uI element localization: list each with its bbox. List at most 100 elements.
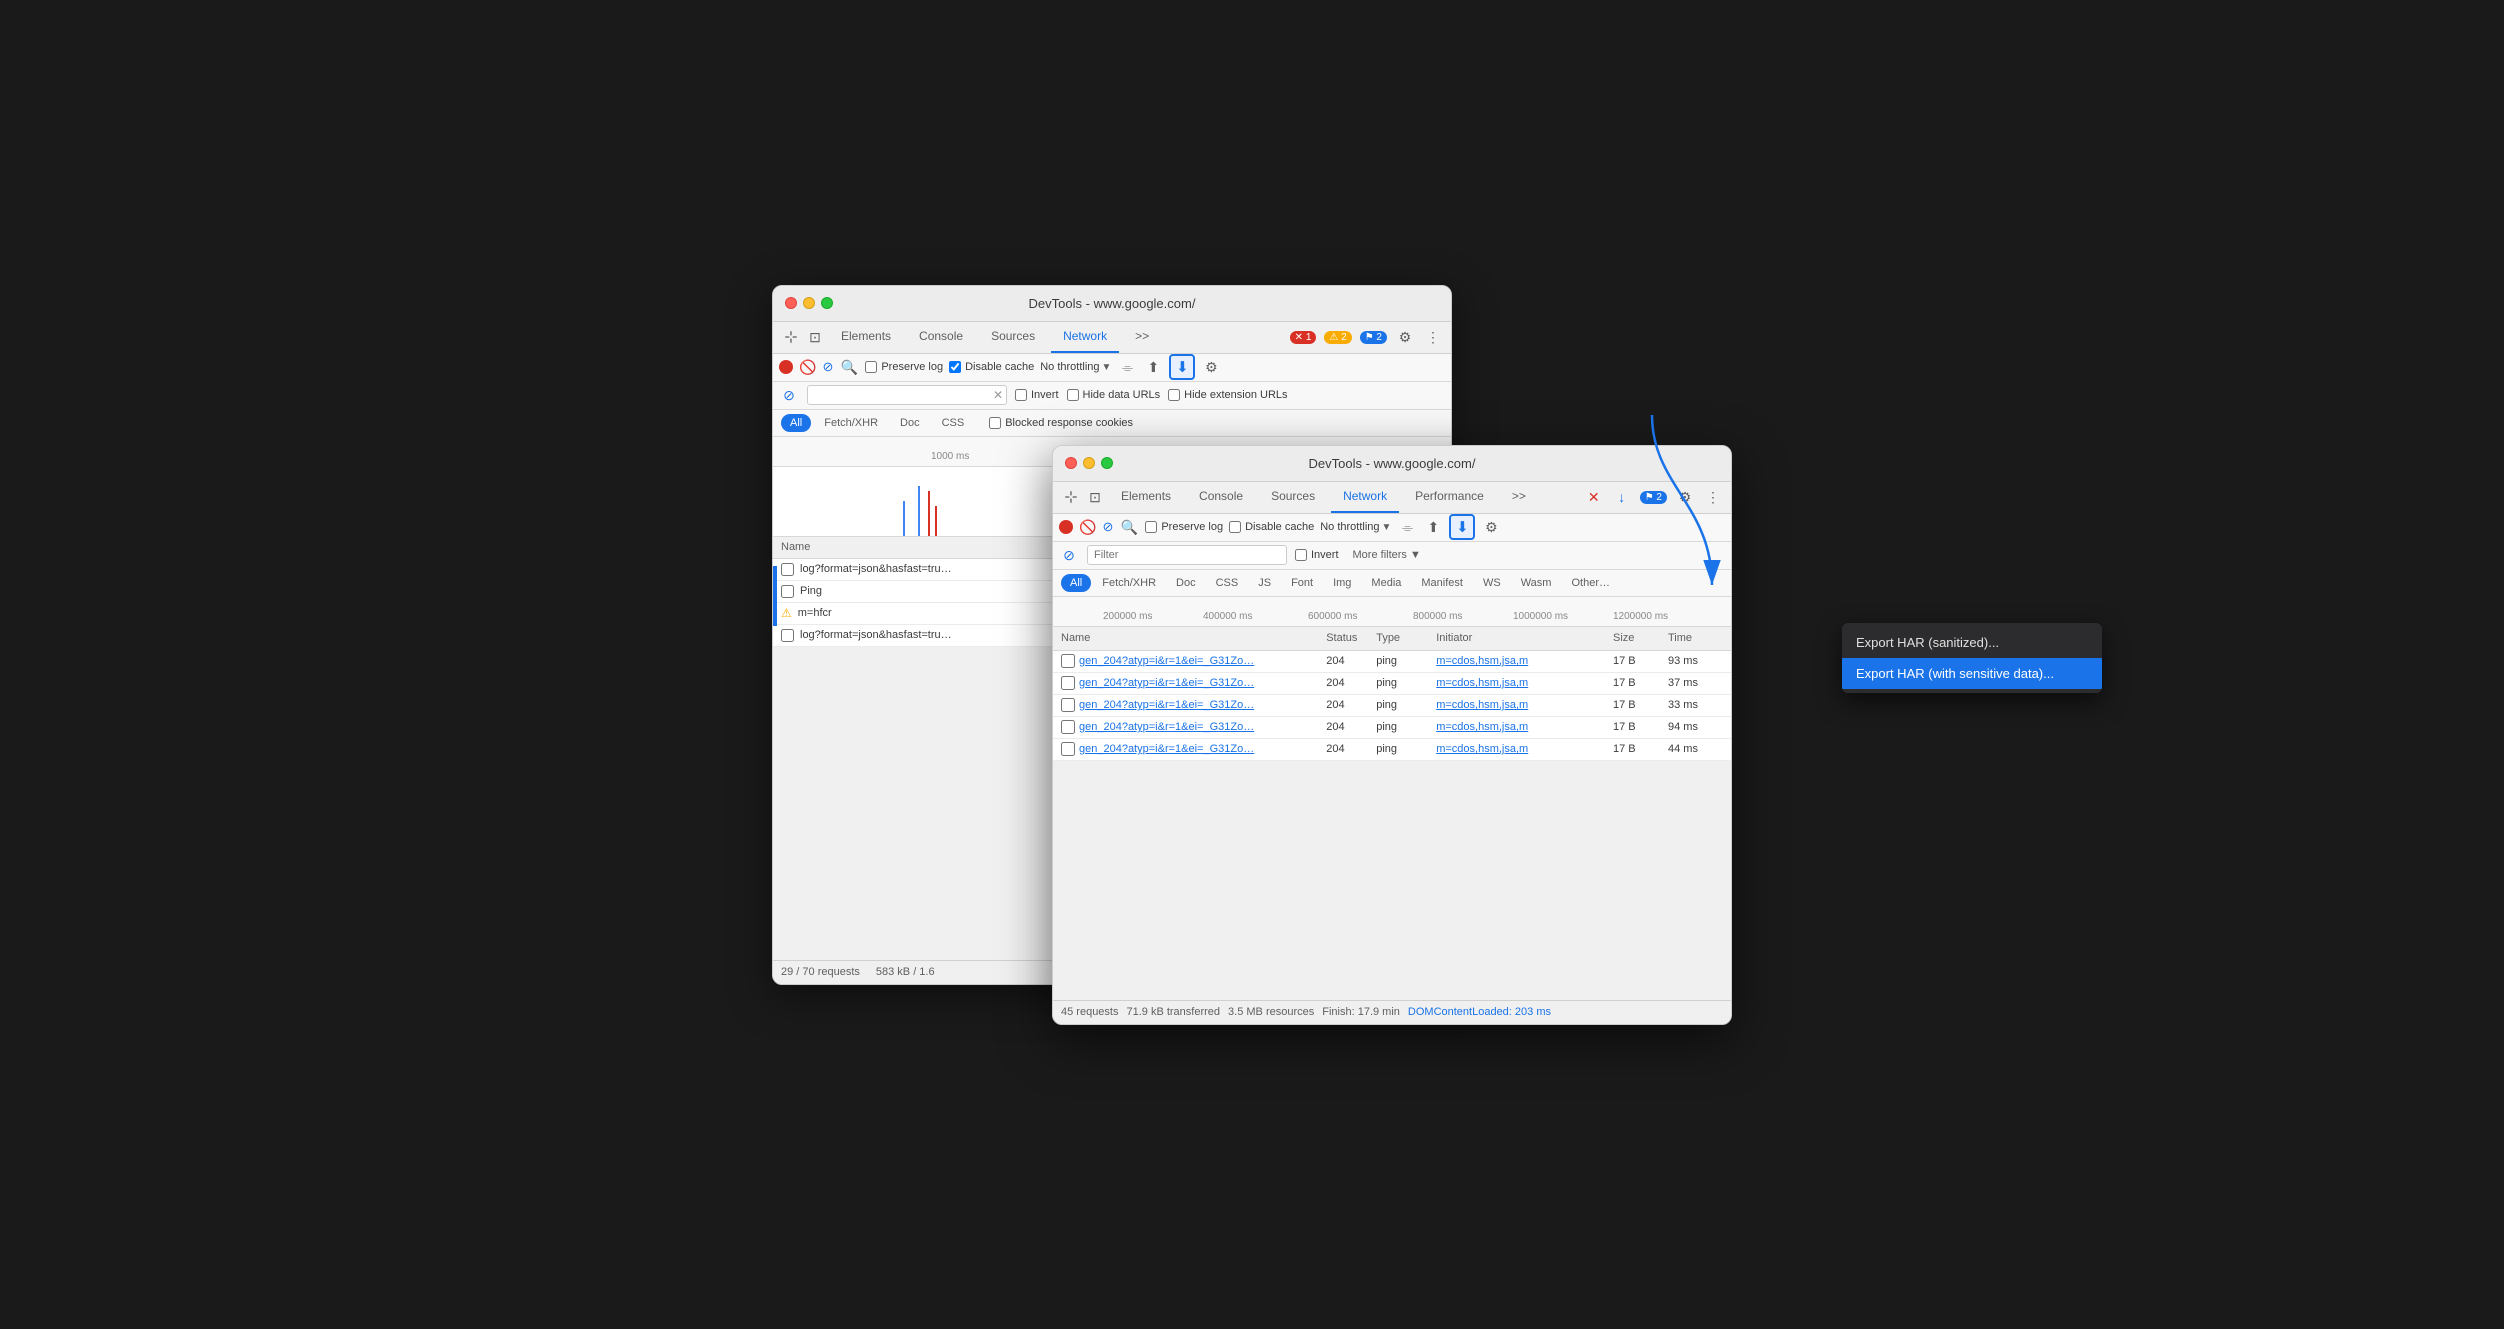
front-row-2[interactable]: gen_204?atyp=i&r=1&ei=_G31Zo… 204 ping m… bbox=[1053, 673, 1731, 695]
preserve-log-front[interactable]: Preserve log bbox=[1145, 521, 1223, 533]
tab-sources-front[interactable]: Sources bbox=[1259, 482, 1327, 513]
filter-tab-fetchxhr-front[interactable]: Fetch/XHR bbox=[1093, 574, 1165, 592]
filter-tab-css-front[interactable]: CSS bbox=[1207, 574, 1248, 592]
filter-tab-ws-front[interactable]: WS bbox=[1474, 574, 1510, 592]
settings-icon-back[interactable]: ⚙ bbox=[1395, 327, 1415, 347]
row3-checkbox-front[interactable] bbox=[1061, 698, 1075, 712]
filter-tab-all-back[interactable]: All bbox=[781, 414, 811, 432]
tab-more-back[interactable]: >> bbox=[1123, 322, 1161, 353]
back-filter-bar: ⊘ ✕ Invert Hide data URLs Hide extension… bbox=[773, 382, 1451, 410]
row3-status: 204 bbox=[1326, 699, 1376, 711]
scene: DevTools - www.google.com/ ⊹ ⊡ Elements … bbox=[772, 285, 1732, 1045]
hide-ext-urls-back[interactable]: Hide extension URLs bbox=[1168, 389, 1287, 401]
filter-tab-other-front[interactable]: Other… bbox=[1562, 574, 1619, 592]
row4-checkbox-front[interactable] bbox=[1061, 720, 1075, 734]
front-close-button[interactable] bbox=[1065, 457, 1077, 469]
wifi-icon-back[interactable]: ⌯ bbox=[1117, 357, 1137, 377]
export-har-sanitized[interactable]: Export HAR (sanitized)... bbox=[1842, 627, 2102, 658]
stop-recording-front[interactable] bbox=[1059, 520, 1073, 534]
front-tabs-toolbar: ⊹ ⊡ Elements Console Sources Network Per… bbox=[1053, 482, 1731, 514]
filter-tab-img-front[interactable]: Img bbox=[1324, 574, 1360, 592]
maximize-button[interactable] bbox=[821, 297, 833, 309]
settings-icon-front[interactable]: ⚙ bbox=[1675, 487, 1695, 507]
clear-front[interactable]: 🚫 bbox=[1079, 519, 1096, 536]
blocked-response-back[interactable]: Blocked response cookies bbox=[989, 417, 1133, 429]
device-icon[interactable]: ⊡ bbox=[805, 327, 825, 347]
front-row-3[interactable]: gen_204?atyp=i&r=1&ei=_G31Zo… 204 ping m… bbox=[1053, 695, 1731, 717]
inspect-icon-front[interactable]: ⊹ bbox=[1061, 487, 1081, 507]
filter-funnel-back[interactable]: ⊘ bbox=[779, 385, 799, 405]
stop-recording-back[interactable] bbox=[779, 360, 793, 374]
download-har-back[interactable]: ⬇ bbox=[1169, 354, 1195, 380]
filter-tab-doc-back[interactable]: Doc bbox=[891, 414, 929, 432]
front-row-4[interactable]: gen_204?atyp=i&r=1&ei=_G31Zo… 204 ping m… bbox=[1053, 717, 1731, 739]
tab-network-back[interactable]: Network bbox=[1051, 322, 1119, 353]
filter-icon-front[interactable]: ⊘ bbox=[1102, 519, 1113, 535]
filter-tab-font-front[interactable]: Font bbox=[1282, 574, 1322, 592]
invert-back[interactable]: Invert bbox=[1015, 389, 1059, 401]
row2-checkbox-back[interactable] bbox=[781, 585, 794, 598]
filter-tab-fetchxhr-back[interactable]: Fetch/XHR bbox=[815, 414, 887, 432]
tab-console-front[interactable]: Console bbox=[1187, 482, 1255, 513]
filter-input-front[interactable] bbox=[1087, 545, 1287, 565]
error-x-front[interactable]: ✕ bbox=[1584, 487, 1604, 507]
settings2-icon-front[interactable]: ⚙ bbox=[1481, 517, 1501, 537]
upload-icon-back[interactable]: ⬆ bbox=[1143, 357, 1163, 377]
wifi-icon-front[interactable]: ⌯ bbox=[1397, 517, 1417, 537]
download-har-front[interactable]: ⬇ bbox=[1449, 514, 1475, 540]
info-badge-front: ⚑ 2 bbox=[1640, 491, 1667, 504]
preserve-log-back[interactable]: Preserve log bbox=[865, 361, 943, 373]
devtools-front-window: DevTools - www.google.com/ ⊹ ⊡ Elements … bbox=[1052, 445, 1732, 1025]
more-filters-btn[interactable]: More filters ▼ bbox=[1347, 545, 1427, 565]
filter-input-back[interactable] bbox=[807, 385, 1007, 405]
front-row-1[interactable]: gen_204?atyp=i&r=1&ei=_G31Zo… 204 ping m… bbox=[1053, 651, 1731, 673]
more-icon-front[interactable]: ⋮ bbox=[1703, 487, 1723, 507]
filter-tab-manifest-front[interactable]: Manifest bbox=[1412, 574, 1472, 592]
minimize-button[interactable] bbox=[803, 297, 815, 309]
filter-tab-js-front[interactable]: JS bbox=[1249, 574, 1280, 592]
filter-tab-wasm-front[interactable]: Wasm bbox=[1512, 574, 1561, 592]
filter-tab-doc-front[interactable]: Doc bbox=[1167, 574, 1205, 592]
export-har-sensitive[interactable]: Export HAR (with sensitive data)... bbox=[1842, 658, 2102, 689]
row2-checkbox-front[interactable] bbox=[1061, 676, 1075, 690]
hide-data-urls-back[interactable]: Hide data URLs bbox=[1067, 389, 1161, 401]
front-maximize-button[interactable] bbox=[1101, 457, 1113, 469]
header-type: Type bbox=[1376, 632, 1436, 644]
front-row-5[interactable]: gen_204?atyp=i&r=1&ei=_G31Zo… 204 ping m… bbox=[1053, 739, 1731, 761]
tab-console-back[interactable]: Console bbox=[907, 322, 975, 353]
tab-sources-back[interactable]: Sources bbox=[979, 322, 1047, 353]
tab-elements-front[interactable]: Elements bbox=[1109, 482, 1183, 513]
disable-cache-front[interactable]: Disable cache bbox=[1229, 521, 1314, 533]
filter-tab-css-back[interactable]: CSS bbox=[933, 414, 974, 432]
tab-performance-front[interactable]: Performance bbox=[1403, 482, 1496, 513]
clear-back[interactable]: 🚫 bbox=[799, 359, 816, 376]
device-icon-front[interactable]: ⊡ bbox=[1085, 487, 1105, 507]
close-button[interactable] bbox=[785, 297, 797, 309]
disable-cache-back[interactable]: Disable cache bbox=[949, 361, 1034, 373]
tab-network-front[interactable]: Network bbox=[1331, 482, 1399, 513]
chart-bar-3 bbox=[928, 491, 930, 536]
filter-clear-back[interactable]: ✕ bbox=[993, 388, 1003, 402]
row3-name: gen_204?atyp=i&r=1&ei=_G31Zo… bbox=[1061, 698, 1326, 712]
filter-tab-media-front[interactable]: Media bbox=[1362, 574, 1410, 592]
row1-checkbox-back[interactable] bbox=[781, 563, 794, 576]
row4-checkbox-back[interactable] bbox=[781, 629, 794, 642]
invert-front[interactable]: Invert bbox=[1295, 549, 1339, 561]
inspect-icon[interactable]: ⊹ bbox=[781, 327, 801, 347]
front-minimize-button[interactable] bbox=[1083, 457, 1095, 469]
filter-funnel-front[interactable]: ⊘ bbox=[1059, 545, 1079, 565]
row2-time: 37 ms bbox=[1668, 677, 1723, 689]
row5-checkbox-front[interactable] bbox=[1061, 742, 1075, 756]
search-icon-back[interactable]: 🔍 bbox=[839, 357, 859, 377]
tab-elements-back[interactable]: Elements bbox=[829, 322, 903, 353]
search-icon-front[interactable]: 🔍 bbox=[1119, 517, 1139, 537]
more-icon-back[interactable]: ⋮ bbox=[1423, 327, 1443, 347]
filter-tab-all-front[interactable]: All bbox=[1061, 574, 1091, 592]
row1-checkbox-front[interactable] bbox=[1061, 654, 1075, 668]
filter-icon-back[interactable]: ⊘ bbox=[822, 359, 833, 375]
tab-more-front[interactable]: >> bbox=[1500, 482, 1538, 513]
arrow-icon-front[interactable]: ↓ bbox=[1612, 487, 1632, 507]
settings2-icon-back[interactable]: ⚙ bbox=[1201, 357, 1221, 377]
row1-type: ping bbox=[1376, 655, 1436, 667]
upload-icon-front[interactable]: ⬆ bbox=[1423, 517, 1443, 537]
